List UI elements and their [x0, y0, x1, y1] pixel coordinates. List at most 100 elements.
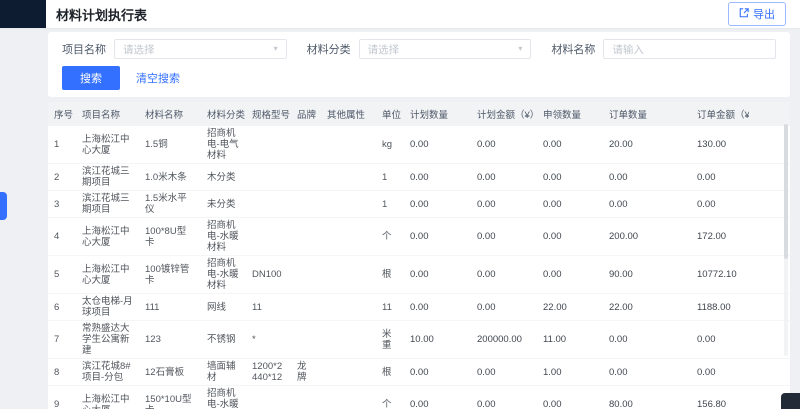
table-cell: 墙面辅材	[201, 359, 246, 386]
table-cell: 0.00	[691, 359, 749, 386]
table-row: 5上海松江中心大厦100镀锌管卡招商机电-水暖材料DN100根0.000.000…	[48, 256, 790, 294]
table-cell: 招商机电-水暖材料	[201, 386, 246, 409]
table-cell	[291, 386, 321, 409]
table-cell: 0.00	[471, 386, 537, 409]
table-cell: 100*8U型卡	[139, 218, 201, 256]
table-cell: 3	[48, 191, 76, 218]
table-cell: 1188.00	[691, 294, 749, 321]
table-cell: 11	[246, 294, 291, 321]
table-cell: 10.00	[404, 321, 471, 359]
table-cell: 1.00	[537, 359, 603, 386]
table-cell: 0.00	[471, 218, 537, 256]
column-header: 计划金额（¥）	[471, 102, 537, 126]
table-panel: 序号项目名称材料名称材料分类规格型号品牌其他属性单位计划数量计划金额（¥）申领数…	[48, 102, 790, 409]
table-cell: 0.00	[404, 126, 471, 164]
table-row: 6太仓电梯-月球项目111网线11110.000.0022.0022.00118…	[48, 294, 790, 321]
table-cell: 4	[48, 218, 76, 256]
table-cell: 0.00	[404, 256, 471, 294]
table-cell-filler	[749, 359, 790, 386]
table-cell: 156.80	[691, 386, 749, 409]
table-cell: 木分类	[201, 164, 246, 191]
table-cell: 0.00	[537, 126, 603, 164]
sidebar-logo-block	[0, 0, 46, 28]
sidebar-expand-handle[interactable]	[0, 192, 7, 220]
table-cell	[321, 359, 376, 386]
table-cell: 0.00	[404, 191, 471, 218]
table-cell: 6	[48, 294, 76, 321]
table-cell: 0.00	[471, 126, 537, 164]
table-cell: 0.00	[471, 256, 537, 294]
table-cell: 上海松江中心大厦	[76, 126, 139, 164]
filter-field: 项目名称请选择▾	[62, 39, 287, 59]
export-button[interactable]: 导出	[728, 2, 786, 26]
table-cell: 8	[48, 359, 76, 386]
table-cell: 未分类	[201, 191, 246, 218]
filter-panel: 项目名称请选择▾材料分类请选择▾材料名称请输入 搜索 清空搜索	[48, 32, 790, 97]
chevron-down-icon: ▾	[274, 45, 278, 53]
filter-label: 材料名称	[551, 41, 595, 57]
table-cell: 招商机电-电气材料	[201, 126, 246, 164]
table-cell: 0.00	[471, 164, 537, 191]
table-cell	[291, 164, 321, 191]
table-cell	[246, 164, 291, 191]
table-cell: 1	[376, 164, 404, 191]
clear-search-button[interactable]: 清空搜索	[136, 70, 180, 86]
table-cell: 根	[376, 359, 404, 386]
table-cell: 0.00	[691, 164, 749, 191]
table-cell: 22.00	[603, 294, 691, 321]
filter-select[interactable]: 请选择▾	[114, 39, 287, 59]
table-cell: 0.00	[404, 164, 471, 191]
filter-label: 材料分类	[307, 41, 351, 57]
table-cell	[291, 191, 321, 218]
table-cell: 130.00	[691, 126, 749, 164]
table-header-row: 序号项目名称材料名称材料分类规格型号品牌其他属性单位计划数量计划金额（¥）申领数…	[48, 102, 790, 126]
table-cell: 0.00	[691, 321, 749, 359]
table-cell: 111	[139, 294, 201, 321]
column-header: 材料分类	[201, 102, 246, 126]
table-cell: 个	[376, 218, 404, 256]
placeholder-text: 请输入	[612, 42, 644, 57]
table-cell	[291, 256, 321, 294]
table-cell: 滨江花城三期项目	[76, 191, 139, 218]
vertical-scrollbar[interactable]	[784, 124, 788, 356]
filter-actions: 搜索 清空搜索	[62, 66, 776, 90]
table-cell: 招商机电-水暖材料	[201, 256, 246, 294]
floating-widget[interactable]	[781, 393, 800, 409]
materials-table: 序号项目名称材料名称材料分类规格型号品牌其他属性单位计划数量计划金额（¥）申领数…	[48, 102, 790, 409]
column-header: 其他属性	[321, 102, 376, 126]
table-cell: 太仓电梯-月球项目	[76, 294, 139, 321]
table-row: 3滨江花城三期项目1.5米水平仪未分类10.000.000.000.000.00	[48, 191, 790, 218]
table-cell: 0.00	[404, 386, 471, 409]
table-cell: 0.00	[603, 164, 691, 191]
table-cell	[321, 321, 376, 359]
search-button[interactable]: 搜索	[62, 66, 120, 90]
table-cell: 0.00	[537, 191, 603, 218]
filter-select[interactable]: 请选择▾	[359, 39, 532, 59]
table-cell: 90.00	[603, 256, 691, 294]
filter-row: 项目名称请选择▾材料分类请选择▾材料名称请输入	[62, 39, 776, 59]
table-cell	[246, 386, 291, 409]
table-cell: 0.00	[603, 191, 691, 218]
table-cell: *	[246, 321, 291, 359]
table-row: 2滨江花城三期项目1.0米木条木分类10.000.000.000.000.00	[48, 164, 790, 191]
table-cell: 200000.00	[471, 321, 537, 359]
table-cell: 150*10U型卡	[139, 386, 201, 409]
table-cell	[321, 191, 376, 218]
table-cell	[321, 256, 376, 294]
table-cell: 上海松江中心大厦	[76, 256, 139, 294]
table-cell	[291, 321, 321, 359]
table-row: 4上海松江中心大厦100*8U型卡招商机电-水暖材料个0.000.000.002…	[48, 218, 790, 256]
filter-input[interactable]: 请输入	[603, 39, 776, 59]
column-header: 订单金额（¥）	[691, 102, 749, 126]
table-cell: 80.00	[603, 386, 691, 409]
table-cell: 1	[48, 126, 76, 164]
chevron-down-icon: ▾	[518, 45, 522, 53]
table-cell: 0.00	[471, 359, 537, 386]
table-cell	[321, 126, 376, 164]
table-cell: 上海松江中心大厦	[76, 218, 139, 256]
export-label: 导出	[753, 6, 775, 22]
vertical-scrollbar-thumb[interactable]	[784, 124, 788, 259]
table-cell: 0.00	[471, 191, 537, 218]
filter-label: 项目名称	[62, 41, 106, 57]
export-icon	[739, 8, 749, 21]
